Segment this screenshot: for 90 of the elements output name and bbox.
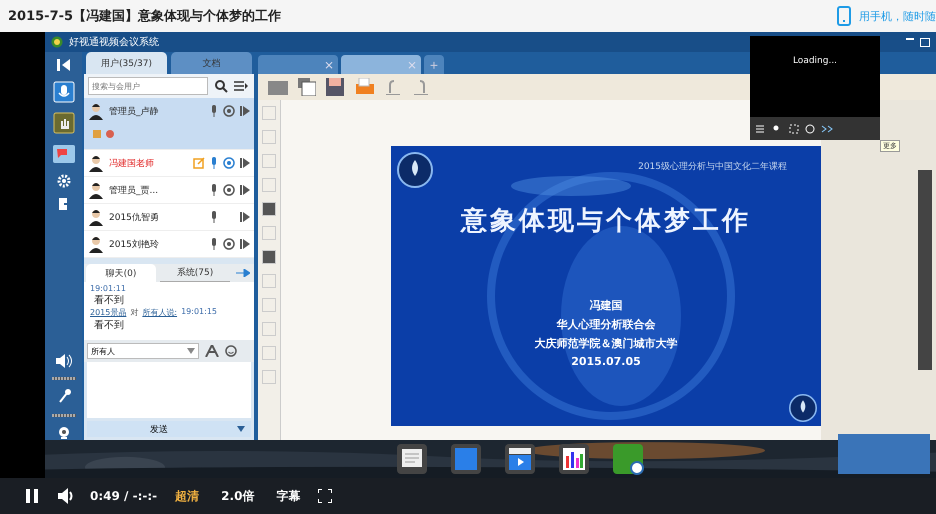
chat-tab[interactable]: 聊天(0) — [86, 264, 156, 282]
schools-name: 大庆师范学院＆澳门城市大学 — [534, 336, 678, 351]
fullscreen-icon[interactable] — [318, 489, 332, 503]
speed-button[interactable]: 2.0倍 — [217, 488, 258, 504]
webcam-icon[interactable] — [56, 426, 70, 440]
folder-icon[interactable] — [268, 79, 288, 95]
save-icon[interactable] — [326, 78, 344, 96]
font-icon[interactable] — [205, 345, 219, 357]
avatar-icon — [88, 181, 104, 199]
caret-icon[interactable] — [237, 426, 245, 432]
avatar-icon — [88, 154, 104, 172]
microphone-icon[interactable] — [210, 211, 218, 223]
webcam-icon[interactable] — [223, 105, 235, 117]
window-controls-icon[interactable] — [906, 38, 930, 46]
avatar-icon — [88, 102, 104, 120]
message-text: 看不到 — [93, 294, 125, 307]
play-icon[interactable] — [240, 184, 250, 196]
microphone-icon[interactable] — [210, 184, 218, 196]
sender-link[interactable]: 2015景晶 — [90, 307, 126, 318]
collapse-icon[interactable] — [56, 58, 70, 72]
clapperboard-icon[interactable] — [504, 444, 534, 474]
user-name: 2015仇智勇 — [109, 212, 160, 224]
whiteboard-icon[interactable] — [396, 444, 426, 474]
panel-tab[interactable]: 用户(35/37) — [86, 52, 167, 74]
pause-icon — [26, 489, 38, 503]
subtitles-button[interactable]: 字幕 — [272, 488, 304, 504]
printer-icon[interactable] — [354, 78, 374, 96]
hand-icon[interactable] — [52, 112, 74, 134]
webcam-icon[interactable] — [223, 238, 235, 250]
speech-bubble-icon[interactable] — [52, 143, 76, 165]
record-icon[interactable] — [612, 444, 644, 476]
bar-chart-icon[interactable] — [558, 444, 588, 474]
user-row[interactable]: 管理员_贾... — [84, 177, 254, 204]
microphone-icon[interactable] — [210, 157, 218, 169]
microphone-icon[interactable] — [52, 81, 74, 103]
list-menu-icon[interactable] — [234, 80, 248, 92]
play-icon[interactable] — [240, 157, 250, 169]
duration: -:-:- — [132, 489, 158, 503]
emoji-icon[interactable] — [225, 345, 237, 357]
app-logo-icon — [51, 36, 63, 48]
message-time: 19:01:15 — [181, 307, 217, 318]
user-row[interactable]: 冯建国老师 — [84, 150, 254, 177]
current-time: 0:49 — [90, 489, 120, 503]
search-icon[interactable] — [214, 79, 228, 93]
slide-date: 2015.07.05 — [571, 355, 641, 368]
webcam-icon[interactable] — [223, 157, 235, 169]
settings-icon[interactable] — [56, 174, 70, 188]
microphone-icon[interactable] — [210, 105, 218, 117]
app-title: 好视通视频会议系统 — [69, 36, 160, 49]
phone-icon[interactable] — [837, 6, 851, 26]
logo-icon — [789, 394, 817, 422]
user-name: 管理员_贾... — [109, 184, 160, 196]
video-title: 2015-7-5【冯建国】意象体现与个体梦的工作 — [8, 8, 282, 25]
user-row[interactable]: 2015仇智勇 — [84, 204, 254, 231]
avatar-icon — [88, 235, 104, 253]
microphone-icon[interactable] — [56, 389, 70, 405]
logo-icon — [397, 152, 433, 188]
recipient-link[interactable]: 所有人说: — [142, 307, 178, 318]
quality-button[interactable]: 超清 — [171, 488, 204, 504]
user-name: 2015刘艳玲 — [109, 238, 160, 250]
slide-title: 意象体现与个体梦工作 — [461, 205, 751, 238]
course-subtitle: 2015级心理分析与中国文化二年课程 — [638, 160, 787, 173]
microphone-icon[interactable] — [210, 238, 218, 250]
pin-icon[interactable] — [236, 269, 250, 277]
time-separator: / — [124, 489, 128, 503]
user-name: 冯建国老师 — [109, 158, 155, 170]
avatar-icon — [88, 208, 104, 226]
organization-name: 华人心理分析联合会 — [556, 317, 656, 332]
speaker-icon[interactable] — [54, 354, 72, 368]
webcam-icon[interactable] — [223, 184, 235, 196]
drawing-toolbar[interactable] — [258, 100, 281, 440]
user-name: 管理员_卢静 — [109, 106, 160, 118]
user-row[interactable]: 2015刘艳玲 — [84, 231, 254, 258]
message-to: 对 — [130, 307, 138, 318]
message-text: 看不到 — [93, 318, 125, 332]
document-icon[interactable] — [298, 78, 316, 96]
caret-icon — [187, 348, 195, 354]
message-time: 19:01:11 — [90, 284, 126, 293]
scrollbar[interactable] — [918, 170, 932, 370]
recipient-dropdown[interactable]: 所有人 — [87, 343, 199, 359]
panel-tab[interactable]: 文档 — [171, 52, 252, 74]
screen-share-icon[interactable] — [450, 444, 480, 474]
play-icon[interactable] — [240, 105, 250, 117]
user-row[interactable]: 管理员_卢静 — [84, 98, 254, 150]
speaker-name: 冯建国 — [590, 298, 622, 313]
message-input[interactable] — [87, 362, 251, 418]
play-icon[interactable] — [240, 211, 250, 223]
search-field[interactable]: 搜索与会用户 — [88, 77, 208, 95]
loading-text: Loading... — [792, 56, 838, 68]
play-icon[interactable] — [240, 238, 250, 250]
